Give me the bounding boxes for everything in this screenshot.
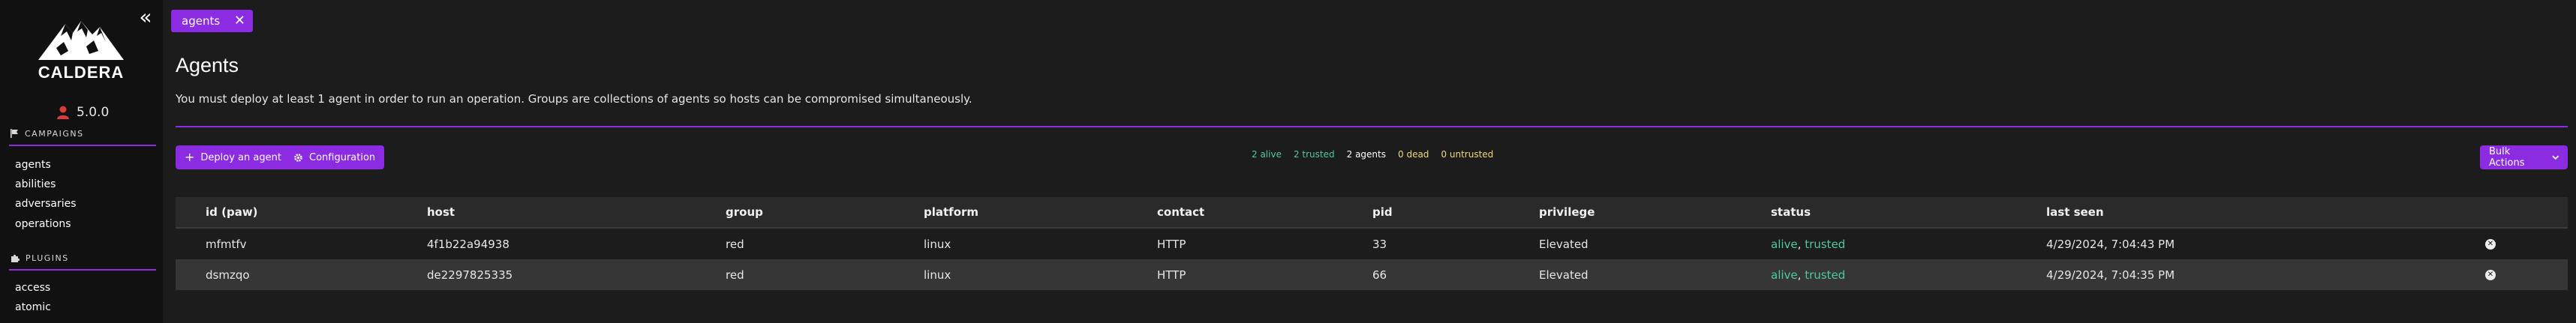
cell-platform: linux <box>924 237 951 251</box>
chevron-down-icon <box>2551 155 2559 160</box>
cell-host: 4f1b22a94938 <box>427 237 509 251</box>
configuration-label: Configuration <box>309 151 376 163</box>
campaigns-divider <box>9 145 156 146</box>
app-name: CALDERA <box>38 63 125 82</box>
cell-group: red <box>726 268 744 282</box>
cell-paw[interactable]: dsmzqo <box>206 268 250 282</box>
cell-group: red <box>726 237 744 251</box>
header-privilege[interactable]: privilege <box>1539 205 1595 219</box>
agent-stats: 2 alive 2 trusted 2 agents 0 dead 0 untr… <box>1252 149 1493 160</box>
status-separator: , <box>1797 268 1805 282</box>
header-last-seen[interactable]: last seen <box>2046 205 2104 219</box>
sidebar: « CALDERA 5.0.0 CAMPAIGNS agents abiliti… <box>0 0 163 323</box>
cell-platform: linux <box>924 268 951 282</box>
sidebar-item-adversaries[interactable]: adversaries <box>15 198 77 210</box>
stat-alive: 2 alive <box>1252 149 1282 160</box>
plugins-title-label: PLUGINS <box>26 253 69 263</box>
sidebar-item-agents[interactable]: agents <box>15 159 51 171</box>
delete-icon[interactable]: ✕ <box>2485 238 2496 250</box>
puzzle-icon <box>11 254 20 262</box>
cell-status: alive, trusted <box>1771 268 1845 282</box>
cell-status: alive, trusted <box>1771 238 1845 251</box>
header-contact[interactable]: contact <box>1157 205 1204 219</box>
stat-total: 2 agents <box>1346 149 1386 160</box>
cell-host: de2297825335 <box>427 268 513 282</box>
cell-last-seen: 4/29/2024, 7:04:35 PM <box>2046 268 2175 282</box>
configuration-button[interactable]: Configuration <box>284 145 385 169</box>
tab-agents-label: agents <box>182 14 221 28</box>
deploy-agent-label: Deploy an agent <box>200 151 281 163</box>
sidebar-item-operations[interactable]: operations <box>15 218 71 230</box>
cell-pid: 33 <box>1372 237 1387 251</box>
table-row[interactable]: mfmtfv 4f1b22a94938 red linux HTTP 33 El… <box>176 229 2568 259</box>
bulk-actions-label: Bulk Actions <box>2489 146 2525 169</box>
cell-paw[interactable]: mfmtfv <box>206 238 247 251</box>
sidebar-item-abilities[interactable]: abilities <box>15 178 56 190</box>
gear-icon <box>294 153 302 162</box>
campaigns-title-label: CAMPAIGNS <box>25 128 84 139</box>
header-platform[interactable]: platform <box>924 205 978 219</box>
header-host[interactable]: host <box>427 205 455 219</box>
page-description: You must deploy at least 1 agent in orde… <box>176 92 972 106</box>
header-pid[interactable]: pid <box>1372 205 1393 219</box>
header-group[interactable]: group <box>726 205 763 219</box>
stat-untrusted: 0 untrusted <box>1441 149 1494 160</box>
status-separator: , <box>1797 237 1805 251</box>
stat-dead: 0 dead <box>1398 149 1429 160</box>
table-row[interactable]: dsmzqo de2297825335 red linux HTTP 66 El… <box>176 259 2568 290</box>
page-title: Agents <box>176 54 239 76</box>
status-alive: alive <box>1771 268 1798 282</box>
bulk-actions-button[interactable]: Bulk Actions <box>2480 145 2568 169</box>
close-icon[interactable]: ✕ <box>234 14 245 28</box>
tab-agents[interactable]: agents ✕ <box>171 10 253 32</box>
status-trusted: trusted <box>1805 268 1846 282</box>
campaigns-section-title: CAMPAIGNS <box>11 125 84 142</box>
version-indicator[interactable]: 5.0.0 <box>57 103 109 121</box>
caldera-logo[interactable]: CALDERA <box>34 18 128 82</box>
collapse-icon[interactable]: « <box>137 6 155 28</box>
header-paw[interactable]: id (paw) <box>206 205 258 219</box>
cell-contact: HTTP <box>1157 237 1186 251</box>
agents-table: id (paw) host group platform contact pid… <box>176 197 2568 290</box>
plugins-section-title: PLUGINS <box>11 250 69 266</box>
plus-icon: + <box>185 150 195 164</box>
cell-privilege: Elevated <box>1539 237 1589 251</box>
sidebar-item-access[interactable]: access <box>15 282 50 294</box>
status-alive: alive <box>1771 237 1798 251</box>
delete-icon[interactable]: ✕ <box>2485 269 2496 280</box>
status-trusted: trusted <box>1805 237 1846 251</box>
caldera-mountain-logo <box>38 21 124 60</box>
user-icon <box>57 106 69 119</box>
header-status[interactable]: status <box>1771 205 1811 219</box>
table-header: id (paw) host group platform contact pid… <box>176 197 2568 229</box>
cell-last-seen: 4/29/2024, 7:04:43 PM <box>2046 237 2175 251</box>
stat-trusted: 2 trusted <box>1293 149 1335 160</box>
deploy-agent-button[interactable]: + Deploy an agent <box>176 145 290 169</box>
flag-icon <box>11 129 18 138</box>
cell-contact: HTTP <box>1157 268 1186 282</box>
header-divider <box>176 126 2568 127</box>
version-label: 5.0.0 <box>77 105 110 120</box>
cell-pid: 66 <box>1372 268 1387 282</box>
cell-privilege: Elevated <box>1539 268 1589 282</box>
plugins-divider <box>9 269 156 271</box>
sidebar-item-atomic[interactable]: atomic <box>15 301 51 313</box>
